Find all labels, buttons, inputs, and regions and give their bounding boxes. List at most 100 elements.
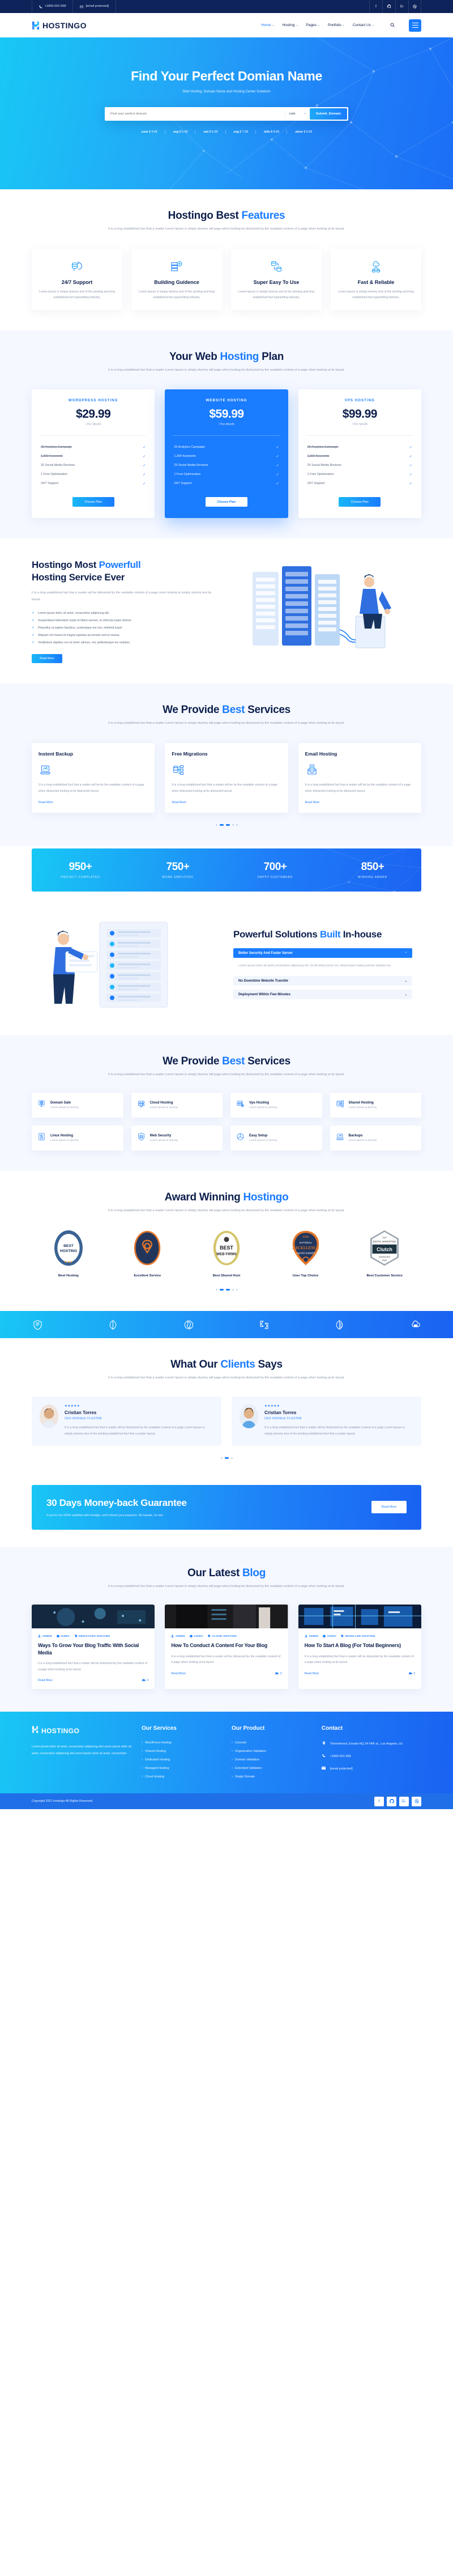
- topbar-phone[interactable]: +1800-001-658: [32, 0, 74, 13]
- brand-shield-icon[interactable]: [0, 1319, 75, 1330]
- mini-service-card[interactable]: Backups Lorem Ipsum is dummy: [330, 1126, 421, 1151]
- nav-item-home[interactable]: Home ▾: [261, 23, 273, 27]
- search-icon[interactable]: [390, 23, 395, 28]
- carousel-dot[interactable]: [232, 824, 234, 826]
- services-carousel-dots[interactable]: [32, 824, 421, 826]
- dribbble-icon[interactable]: [412, 1796, 421, 1806]
- footer-link[interactable]: Organization Validation: [232, 1747, 311, 1755]
- mini-service-card[interactable]: Shared Hosting Lorem Ipsum is dummy: [330, 1093, 421, 1118]
- blog-read-more-link[interactable]: Read More: [305, 1672, 319, 1675]
- powerful-read-more-button[interactable]: Read More: [32, 653, 62, 663]
- service-card[interactable]: Free Migrations It is a long established…: [165, 742, 288, 813]
- service-read-more-link[interactable]: Read More: [305, 801, 320, 804]
- mini-service-card[interactable]: Cloud Hosting Lorem Ipsum is dummy: [131, 1093, 223, 1118]
- carousel-dot[interactable]: [236, 824, 238, 826]
- guarantee-read-more-button[interactable]: Read More: [371, 1501, 407, 1514]
- accordion-header[interactable]: Better Security And Faster Server ⌃: [233, 948, 412, 958]
- footer-phone[interactable]: +1800-001-658: [322, 1751, 421, 1763]
- footer-link[interactable]: Extended Validation: [232, 1764, 311, 1772]
- carousel-dot[interactable]: [236, 1289, 238, 1291]
- award-item[interactable]: BEST HOSTING ★★★ Best Hosting: [32, 1229, 105, 1278]
- brand-swirl-icon[interactable]: [151, 1319, 226, 1330]
- footer-logo[interactable]: HOSTINGO: [32, 1725, 131, 1737]
- github-icon[interactable]: [387, 1796, 396, 1806]
- nav-item-contact-us[interactable]: Contact Us ▾: [353, 23, 374, 27]
- google-plus-icon[interactable]: G +: [399, 1796, 409, 1806]
- carousel-dot[interactable]: [215, 824, 217, 826]
- facebook-icon[interactable]: f: [374, 1796, 384, 1806]
- carousel-dot-active[interactable]: [225, 1289, 230, 1291]
- carousel-dot[interactable]: [230, 1457, 233, 1459]
- github-icon[interactable]: [382, 0, 395, 13]
- carousel-dot-active[interactable]: [219, 824, 224, 826]
- mini-service-card[interactable]: Linux Hosting Lorem Ipsum is dummy: [32, 1126, 123, 1151]
- footer-link[interactable]: Single Domain: [232, 1772, 311, 1781]
- footer-link[interactable]: Managed Hosting: [142, 1764, 221, 1772]
- blog-read-more-link[interactable]: Read More: [38, 1679, 53, 1682]
- mini-service-card[interactable]: Domain Sale Lorem Ipsum is dummy: [32, 1093, 123, 1118]
- dribbble-icon[interactable]: [408, 0, 421, 13]
- nav-item-hosting[interactable]: Hosting ▾: [282, 23, 297, 27]
- carousel-dot[interactable]: [220, 1457, 223, 1459]
- choose-plan-button[interactable]: Choose Plan: [205, 497, 247, 507]
- google-plus-icon[interactable]: G +: [395, 0, 408, 13]
- blog-card[interactable]: ADMIN 11DEC DEDICATED HOSTING Ways To Gr…: [32, 1605, 155, 1690]
- testimonials-carousel-dots[interactable]: [32, 1457, 421, 1459]
- tld-price: $ 9.99: [304, 130, 313, 134]
- brand-cloud-db-icon[interactable]: [378, 1319, 453, 1331]
- feature-card[interactable]: Super Easy To Use Lorem Ipsum is simply …: [231, 248, 322, 310]
- logo[interactable]: HOSTINGO: [32, 21, 87, 30]
- counter-value: 950+: [69, 860, 92, 873]
- choose-plan-button[interactable]: Choose Plan: [72, 497, 114, 507]
- awards-carousel-dots[interactable]: [32, 1289, 421, 1291]
- mini-service-card[interactable]: Web Security Lorem Ipsum is dummy: [131, 1126, 223, 1151]
- service-read-more-link[interactable]: Read More: [172, 801, 186, 804]
- blog-read-more-link[interactable]: Read More: [171, 1672, 186, 1675]
- nav-item-portfolio[interactable]: Portfolio ▾: [328, 23, 344, 27]
- brand-leaf2-icon[interactable]: [302, 1319, 377, 1330]
- award-item[interactable]: Excellent Service: [111, 1229, 185, 1278]
- accordion-header[interactable]: No Downtime Website Transfer ⌄: [233, 976, 412, 986]
- facebook-icon[interactable]: f: [369, 0, 382, 13]
- brand-leaf-icon[interactable]: [75, 1319, 151, 1330]
- accordion-header[interactable]: Deployment Within Few Minutes ⌄: [233, 990, 412, 1000]
- check-icon: ✓: [409, 455, 412, 459]
- footer-link[interactable]: Dedicated Hosting: [142, 1755, 221, 1764]
- award-item[interactable]: 2020 NATIONAL EXCELLENCE AWARD WINNER Us…: [269, 1229, 343, 1278]
- nav-item-pages[interactable]: Pages ▾: [306, 23, 319, 27]
- powerful-bullet: ✓ Lorem ipsum dolor sit amet, consectetur…: [32, 612, 110, 616]
- award-item[interactable]: TOP DIGITAL MARKETING Clutch AGENCIES 20…: [348, 1229, 421, 1278]
- carousel-dot[interactable]: [232, 1289, 234, 1291]
- footer-email[interactable]: [email protected]: [322, 1763, 421, 1776]
- hamburger-icon[interactable]: [409, 19, 421, 32]
- footer-link[interactable]: Cloud Hosting: [142, 1772, 221, 1781]
- carousel-dot-active[interactable]: [219, 1289, 224, 1291]
- tld-ext: .org: [233, 130, 239, 134]
- footer-link[interactable]: Comodo: [232, 1738, 311, 1747]
- blog-card[interactable]: ADMIN 11DEC RESELLER HOSTING How To Star…: [298, 1605, 421, 1690]
- feature-card[interactable]: Building Guidence Lorem Ipsum is simply …: [131, 248, 222, 310]
- footer-link[interactable]: WordPress Hosting: [142, 1738, 221, 1747]
- award-item[interactable]: BEST WEB FIRMS Best Shared Host: [190, 1229, 263, 1278]
- brand-frame-icon[interactable]: [226, 1319, 302, 1330]
- feature-card[interactable]: 24/7 Support Lorem Ipsum is simply dummy…: [32, 248, 122, 310]
- mini-service-card[interactable]: Vps Hosting Lorem Ipsum is dummy: [230, 1093, 322, 1118]
- mini-service-card[interactable]: Easy Setup Lorem Ipsum is dummy: [230, 1126, 322, 1151]
- topbar-email[interactable]: [email protected]: [73, 0, 117, 13]
- carousel-dot-active[interactable]: [224, 1457, 229, 1459]
- service-read-more-link[interactable]: Read More: [39, 801, 53, 804]
- domain-search-input[interactable]: [106, 108, 285, 120]
- carousel-dot-active[interactable]: [225, 824, 230, 826]
- footer-link[interactable]: Domain Validation: [232, 1755, 311, 1764]
- service-card[interactable]: Email Hosting It is a long established f…: [298, 742, 421, 813]
- blog-card[interactable]: ADMIN 11DEC CLOUD HOSTING How To Conduct…: [165, 1605, 288, 1690]
- submit-domain-button[interactable]: Submit_Domain: [309, 108, 347, 120]
- excellence-award-badge-icon: 2020 NATIONAL EXCELLENCE AWARD WINNER: [292, 1230, 319, 1266]
- carousel-dot[interactable]: [215, 1289, 217, 1291]
- footer-link[interactable]: Shared Hosting: [142, 1747, 221, 1755]
- tld-select[interactable]: com ▾: [284, 110, 310, 118]
- feature-card[interactable]: Fast & Reliable Lorem Ipsum is simply du…: [331, 248, 421, 310]
- footer-phone-text: +1800-001-658: [330, 1755, 351, 1759]
- choose-plan-button[interactable]: Choose Plan: [339, 497, 381, 507]
- service-card[interactable]: Instent Backup It is a long established …: [32, 742, 155, 813]
